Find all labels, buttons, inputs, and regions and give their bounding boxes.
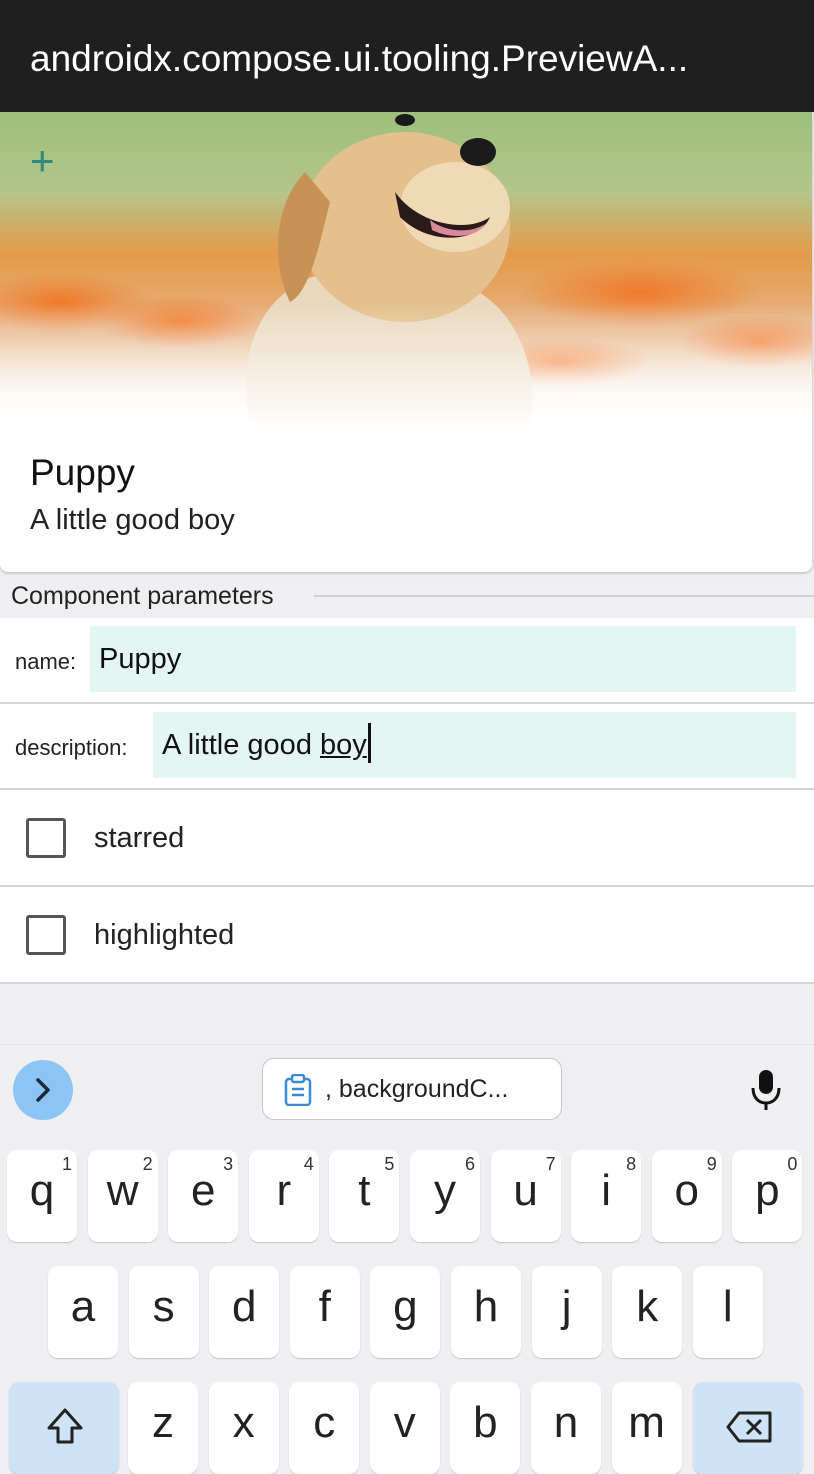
puppy-photo: + bbox=[0, 112, 812, 430]
key[interactable]: m bbox=[611, 1382, 682, 1474]
param-row-highlighted: highlighted bbox=[0, 887, 814, 984]
key[interactable]: o9 bbox=[651, 1150, 722, 1242]
key[interactable]: z bbox=[128, 1382, 198, 1474]
key-label: s bbox=[152, 1282, 175, 1331]
key[interactable]: k bbox=[612, 1266, 683, 1358]
keyboard-divider bbox=[0, 1044, 814, 1045]
card-name: Puppy bbox=[30, 452, 135, 493]
key[interactable]: n bbox=[531, 1382, 601, 1474]
key[interactable]: p0 bbox=[732, 1150, 803, 1242]
key-hint: 7 bbox=[545, 1154, 556, 1174]
key-label: g bbox=[393, 1282, 418, 1331]
key[interactable]: u7 bbox=[490, 1150, 561, 1242]
description-label: description: bbox=[15, 735, 128, 760]
key[interactable]: s bbox=[128, 1266, 199, 1358]
name-input[interactable]: Puppy bbox=[90, 626, 796, 692]
key[interactable]: c bbox=[289, 1382, 360, 1474]
name-input-value: Puppy bbox=[99, 643, 182, 675]
key-hint: 5 bbox=[384, 1154, 395, 1174]
key[interactable]: h bbox=[451, 1266, 521, 1358]
clipboard-suggestion-text: , backgroundC... bbox=[325, 1075, 509, 1103]
window-title: androidx.compose.ui.tooling.PreviewA... bbox=[30, 38, 689, 79]
name-label: name: bbox=[15, 649, 77, 674]
highlighted-checkbox[interactable] bbox=[26, 915, 66, 955]
title-bar: androidx.compose.ui.tooling.PreviewA... bbox=[0, 0, 814, 112]
key-label: v bbox=[393, 1398, 416, 1447]
key[interactable]: t5 bbox=[329, 1150, 400, 1242]
key[interactable]: a bbox=[48, 1266, 118, 1358]
param-row-starred: starred bbox=[0, 790, 814, 887]
key-label: d bbox=[231, 1282, 257, 1331]
puppy-card: + Puppy A little good boy bbox=[0, 112, 812, 572]
key-label: b bbox=[473, 1398, 498, 1447]
key[interactable]: r4 bbox=[248, 1150, 319, 1242]
param-row-name: name: Puppy bbox=[0, 618, 814, 704]
key[interactable]: j bbox=[531, 1266, 602, 1358]
key-label: z bbox=[152, 1398, 174, 1447]
highlighted-label: highlighted bbox=[94, 919, 235, 951]
key-label: x bbox=[232, 1398, 255, 1447]
key-hint: 0 bbox=[787, 1154, 798, 1174]
key-label: h bbox=[473, 1282, 499, 1331]
microphone-icon[interactable] bbox=[748, 1068, 784, 1112]
key-label: a bbox=[70, 1282, 96, 1331]
key[interactable]: x bbox=[208, 1382, 279, 1474]
key[interactable]: w2 bbox=[87, 1150, 158, 1242]
key-label: j bbox=[561, 1282, 572, 1331]
description-input-value: A little good bbox=[162, 729, 320, 761]
key-hint: 3 bbox=[223, 1154, 234, 1174]
expand-toolbar-button[interactable] bbox=[13, 1060, 73, 1120]
key-hint: 9 bbox=[706, 1154, 717, 1174]
key-label: l bbox=[722, 1282, 733, 1331]
key-label: c bbox=[313, 1398, 336, 1447]
section-divider bbox=[314, 595, 814, 597]
plus-icon[interactable]: + bbox=[30, 140, 55, 182]
text-cursor bbox=[367, 723, 371, 764]
key[interactable]: y6 bbox=[410, 1150, 480, 1242]
key-hint: 4 bbox=[303, 1154, 314, 1174]
key[interactable]: g bbox=[370, 1266, 441, 1358]
starred-label: starred bbox=[94, 822, 185, 854]
starred-checkbox[interactable] bbox=[26, 818, 66, 858]
key-hint: 2 bbox=[142, 1154, 153, 1174]
backspace-icon bbox=[726, 1411, 772, 1443]
key-label: n bbox=[553, 1398, 579, 1447]
clipboard-icon bbox=[284, 1074, 312, 1106]
description-input[interactable]: A little good boy bbox=[153, 712, 796, 778]
key[interactable]: l bbox=[692, 1266, 763, 1358]
card-description: A little good boy bbox=[30, 504, 235, 536]
key-hint: 8 bbox=[626, 1154, 637, 1174]
key[interactable]: i8 bbox=[571, 1150, 642, 1242]
key-label: f bbox=[318, 1282, 331, 1331]
key-label: k bbox=[636, 1282, 659, 1331]
description-composing-text: boy bbox=[320, 729, 367, 761]
key[interactable]: v bbox=[369, 1382, 440, 1474]
clipboard-suggestion-chip[interactable]: , backgroundC... bbox=[262, 1058, 562, 1120]
key[interactable]: q1 bbox=[7, 1150, 77, 1242]
key[interactable]: d bbox=[209, 1266, 280, 1358]
key-hint: 6 bbox=[464, 1154, 475, 1174]
chevron-right-icon bbox=[36, 1078, 50, 1102]
key[interactable]: e3 bbox=[168, 1150, 239, 1242]
param-row-description: description: A little good boy bbox=[0, 704, 814, 790]
key-label: m bbox=[628, 1398, 665, 1447]
key[interactable]: b bbox=[450, 1382, 521, 1474]
key-hint: 1 bbox=[61, 1154, 72, 1174]
section-title: Component parameters bbox=[11, 582, 274, 610]
shift-key[interactable] bbox=[9, 1382, 119, 1474]
backspace-key[interactable] bbox=[693, 1382, 803, 1474]
shift-icon bbox=[47, 1408, 83, 1444]
key[interactable]: f bbox=[289, 1266, 360, 1358]
